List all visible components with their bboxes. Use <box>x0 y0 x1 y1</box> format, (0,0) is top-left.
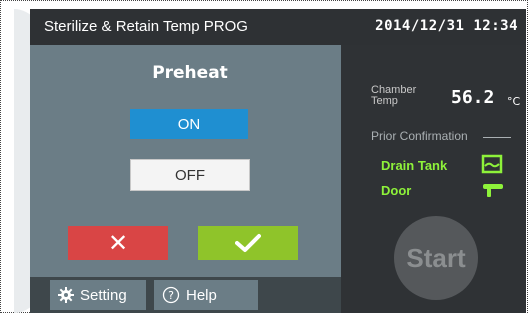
gear-icon <box>58 287 74 303</box>
header-bar: Sterilize & Retain Temp PROG 2014/12/31 … <box>30 9 526 45</box>
drain-tank-label: Drain Tank <box>381 158 448 173</box>
door-key-icon <box>483 184 503 197</box>
control-panel-screen: Sterilize & Retain Temp PROG 2014/12/31 … <box>30 9 526 313</box>
off-label: OFF <box>175 166 205 184</box>
drain-tank-icon <box>481 154 503 174</box>
start-button[interactable]: Start <box>394 216 478 300</box>
chamber-label-line2: Temp <box>371 95 398 107</box>
temp-unit: °C <box>507 95 521 108</box>
preheat-title: Preheat <box>152 63 228 83</box>
help-label: Help <box>186 286 217 304</box>
prior-confirmation-label: Prior Confirmation <box>371 129 468 143</box>
preheat-off-button[interactable]: OFF <box>130 159 250 191</box>
door-label: Door <box>381 183 412 198</box>
chamber-temp-label: Chamber Temp <box>371 85 416 107</box>
setting-button[interactable]: Setting <box>50 280 146 310</box>
status-panel: Chamber Temp 56.2 °C Prior Confirmation … <box>341 45 526 313</box>
help-circle-icon: ? <box>162 286 180 304</box>
prior-divider <box>483 137 511 138</box>
confirm-button[interactable] <box>198 226 298 260</box>
datetime-display: 2014/12/31 12:34 <box>375 18 518 34</box>
footer-bar: Setting ? Help <box>30 277 341 313</box>
check-icon <box>235 234 261 252</box>
start-label: Start <box>406 242 466 273</box>
help-button[interactable]: ? Help <box>154 280 258 310</box>
preheat-panel: Preheat ON OFF ✕ <box>30 45 341 277</box>
setting-label: Setting <box>80 286 127 304</box>
preheat-on-button[interactable]: ON <box>130 109 248 139</box>
chamber-temp-value: 56.2 <box>451 87 495 108</box>
on-label: ON <box>177 115 201 133</box>
program-title: Sterilize & Retain Temp PROG <box>44 18 248 35</box>
cancel-button[interactable]: ✕ <box>68 226 168 260</box>
cancel-x-icon: ✕ <box>107 229 129 257</box>
svg-text:?: ? <box>168 289 174 302</box>
